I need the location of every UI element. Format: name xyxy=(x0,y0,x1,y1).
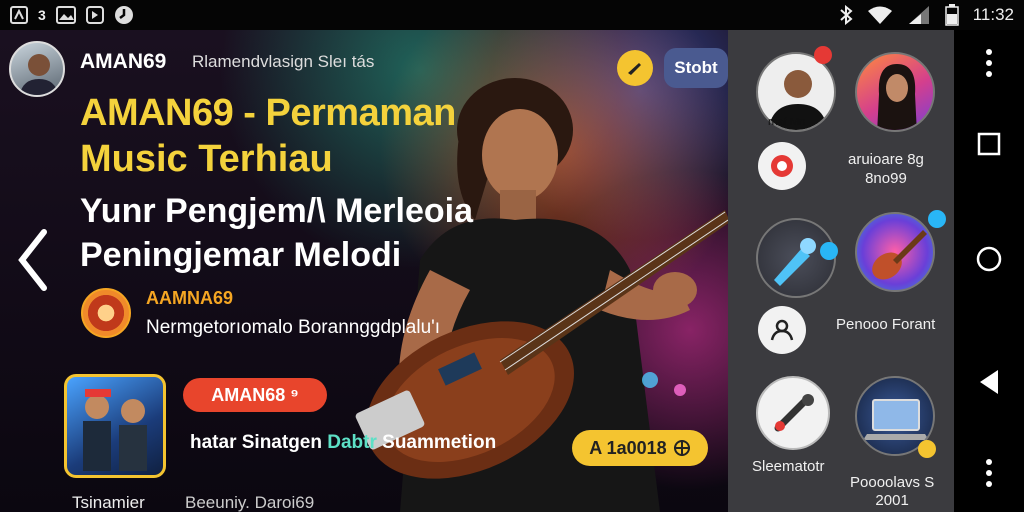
info-row-accent: Dabtr xyxy=(327,432,377,453)
clock-icon xyxy=(114,6,133,24)
target-icon xyxy=(673,440,690,456)
info-row-text2: Suammetion xyxy=(376,432,497,453)
channel-name[interactable]: AMAN69 xyxy=(80,50,166,74)
row4-left-label: Sleematotr xyxy=(752,458,825,475)
image-icon xyxy=(55,6,76,24)
guitar-tile[interactable] xyxy=(855,212,935,292)
overflow-menu-button-bottom[interactable] xyxy=(954,458,1024,488)
headline-line4: Peningjemar Melodi xyxy=(80,236,402,274)
coin-button[interactable] xyxy=(617,50,653,86)
wifi-icon xyxy=(867,6,892,24)
status-bar: 3 11:32 xyxy=(0,0,1024,30)
back-button[interactable] xyxy=(954,368,1024,396)
badge-description: Nermgetorıomalo Borannggdplalu'ı xyxy=(146,317,441,338)
headline-line2: Music Terhiau xyxy=(80,138,333,180)
guitar-icon xyxy=(872,230,927,280)
a-icon xyxy=(10,6,28,24)
record-icon xyxy=(771,155,793,177)
row4-right-label: Poooolavs S 2001 xyxy=(850,474,935,509)
navigation-bar xyxy=(954,30,1024,512)
headline-line3: Yunr Pengjem/\ Merleoia xyxy=(80,192,474,230)
app-icon xyxy=(85,6,104,24)
triangle-back-icon xyxy=(980,370,998,394)
circle-icon xyxy=(976,246,1002,272)
status-dot xyxy=(820,242,838,260)
badge-name: AAMNA69 xyxy=(146,288,234,308)
headline-line1: AMAN69 - Permaman xyxy=(80,92,456,134)
action-pill-button[interactable]: A 1a0018 xyxy=(572,430,708,466)
notification-count: 3 xyxy=(38,7,46,23)
battery-icon xyxy=(944,4,959,26)
signal-icon xyxy=(908,6,929,24)
bluetooth-icon xyxy=(840,5,853,25)
overflow-menu-button[interactable] xyxy=(954,48,1024,78)
people-button[interactable] xyxy=(758,306,806,354)
record-button[interactable] xyxy=(758,142,806,190)
info-row: hatar Sinatgen Dabtr Suammetion xyxy=(190,432,496,454)
clock-time: 11:32 xyxy=(972,5,1014,24)
more-vert-icon xyxy=(986,49,992,77)
action-pill-label: A 1a0018 xyxy=(589,437,667,458)
key-tile[interactable] xyxy=(756,376,830,450)
channel-avatar[interactable] xyxy=(9,41,65,97)
promo-banner[interactable]: AMAN69 Rlamendvlasign Sleı tás Stobt AMA… xyxy=(0,30,728,512)
notification-dot xyxy=(814,46,832,64)
channel-subtitle: Rlamendvlasign Sleı tás xyxy=(192,52,375,71)
brand-pill-button[interactable]: AMAN68 ⁹ xyxy=(183,378,327,412)
thumbnail-meta: Beeuniy. Daroi69 xyxy=(185,493,315,512)
key-icon xyxy=(774,394,814,432)
square-icon xyxy=(977,132,1001,156)
row3-label: Penooo Forant xyxy=(836,316,936,333)
more-vert-icon xyxy=(986,459,992,487)
guitar-icon xyxy=(628,63,641,75)
status-dot xyxy=(928,210,946,228)
creator-caption: rhaf Mn xyxy=(768,116,806,128)
side-panel: rhaf Mn aruioare 8g 8no99 Penooo Forant … xyxy=(728,30,954,512)
top-action-button[interactable]: Stobt xyxy=(664,48,728,88)
info-row-text1: hatar Sinatgen xyxy=(190,432,328,453)
record-icon xyxy=(81,288,131,338)
recents-button[interactable] xyxy=(954,132,1024,156)
singer-avatar[interactable] xyxy=(855,52,935,132)
home-button[interactable] xyxy=(954,246,1024,272)
people-icon xyxy=(770,319,794,341)
thumbnail-label: Tsinamier xyxy=(72,493,145,512)
video-thumbnail[interactable] xyxy=(64,374,166,478)
status-dot xyxy=(918,440,936,458)
row2-label: aruioare 8g 8no99 xyxy=(848,151,924,187)
back-arrow-icon[interactable] xyxy=(14,228,54,292)
